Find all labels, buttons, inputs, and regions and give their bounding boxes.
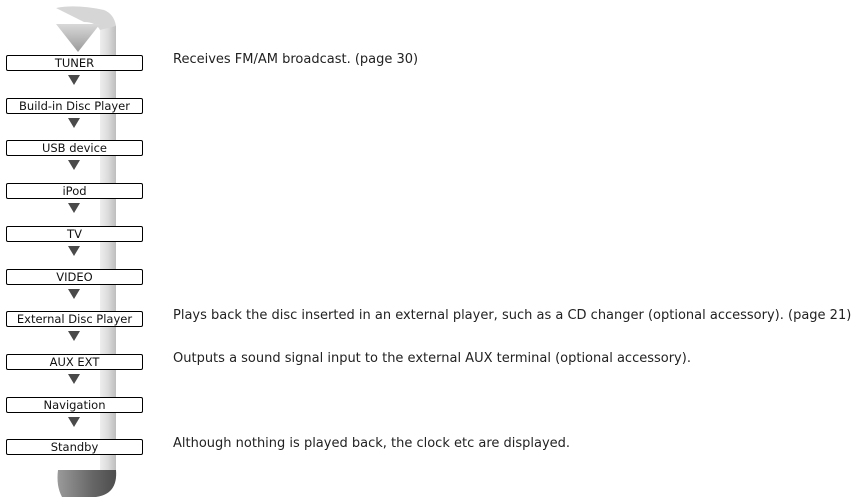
source-box: VIDEO — [6, 268, 143, 285]
down-arrow-icon — [68, 75, 80, 85]
source-box: iPod — [6, 183, 143, 200]
down-arrow-icon — [68, 245, 80, 256]
down-arrow-icon — [68, 117, 80, 128]
down-arrow-icon — [68, 373, 80, 384]
source-description: Receives FM/AM broadcast. (page 30) — [173, 52, 419, 67]
flow-band — [56, 6, 117, 497]
source-box: USB device — [6, 140, 143, 157]
down-arrow-icon — [68, 331, 80, 342]
source-box: Standby — [6, 439, 143, 456]
source-box: TV — [6, 225, 143, 242]
down-arrow-icon — [68, 416, 80, 427]
source-box: AUX EXT — [6, 353, 143, 370]
down-arrow-icon — [68, 160, 80, 171]
band-top-arrowhead — [56, 24, 100, 52]
source-box: Build-in Disc Player — [6, 97, 143, 114]
source-box: TUNER — [6, 55, 143, 71]
source-box: Navigation — [6, 396, 143, 413]
source-description: Although nothing is played back, the clo… — [173, 436, 571, 452]
source-description: Plays back the disc inserted in an exter… — [173, 308, 852, 324]
down-arrow-icon — [68, 288, 80, 299]
source-description: Outputs a sound signal input to the exte… — [173, 350, 691, 366]
source-box: External Disc Player — [6, 311, 143, 328]
band-bottom-cap — [57, 470, 117, 497]
down-arrow-icon — [68, 203, 80, 214]
source-switching-diagram: TUNER Receives FM/AM broadcast. (page 30)… — [0, 0, 861, 499]
